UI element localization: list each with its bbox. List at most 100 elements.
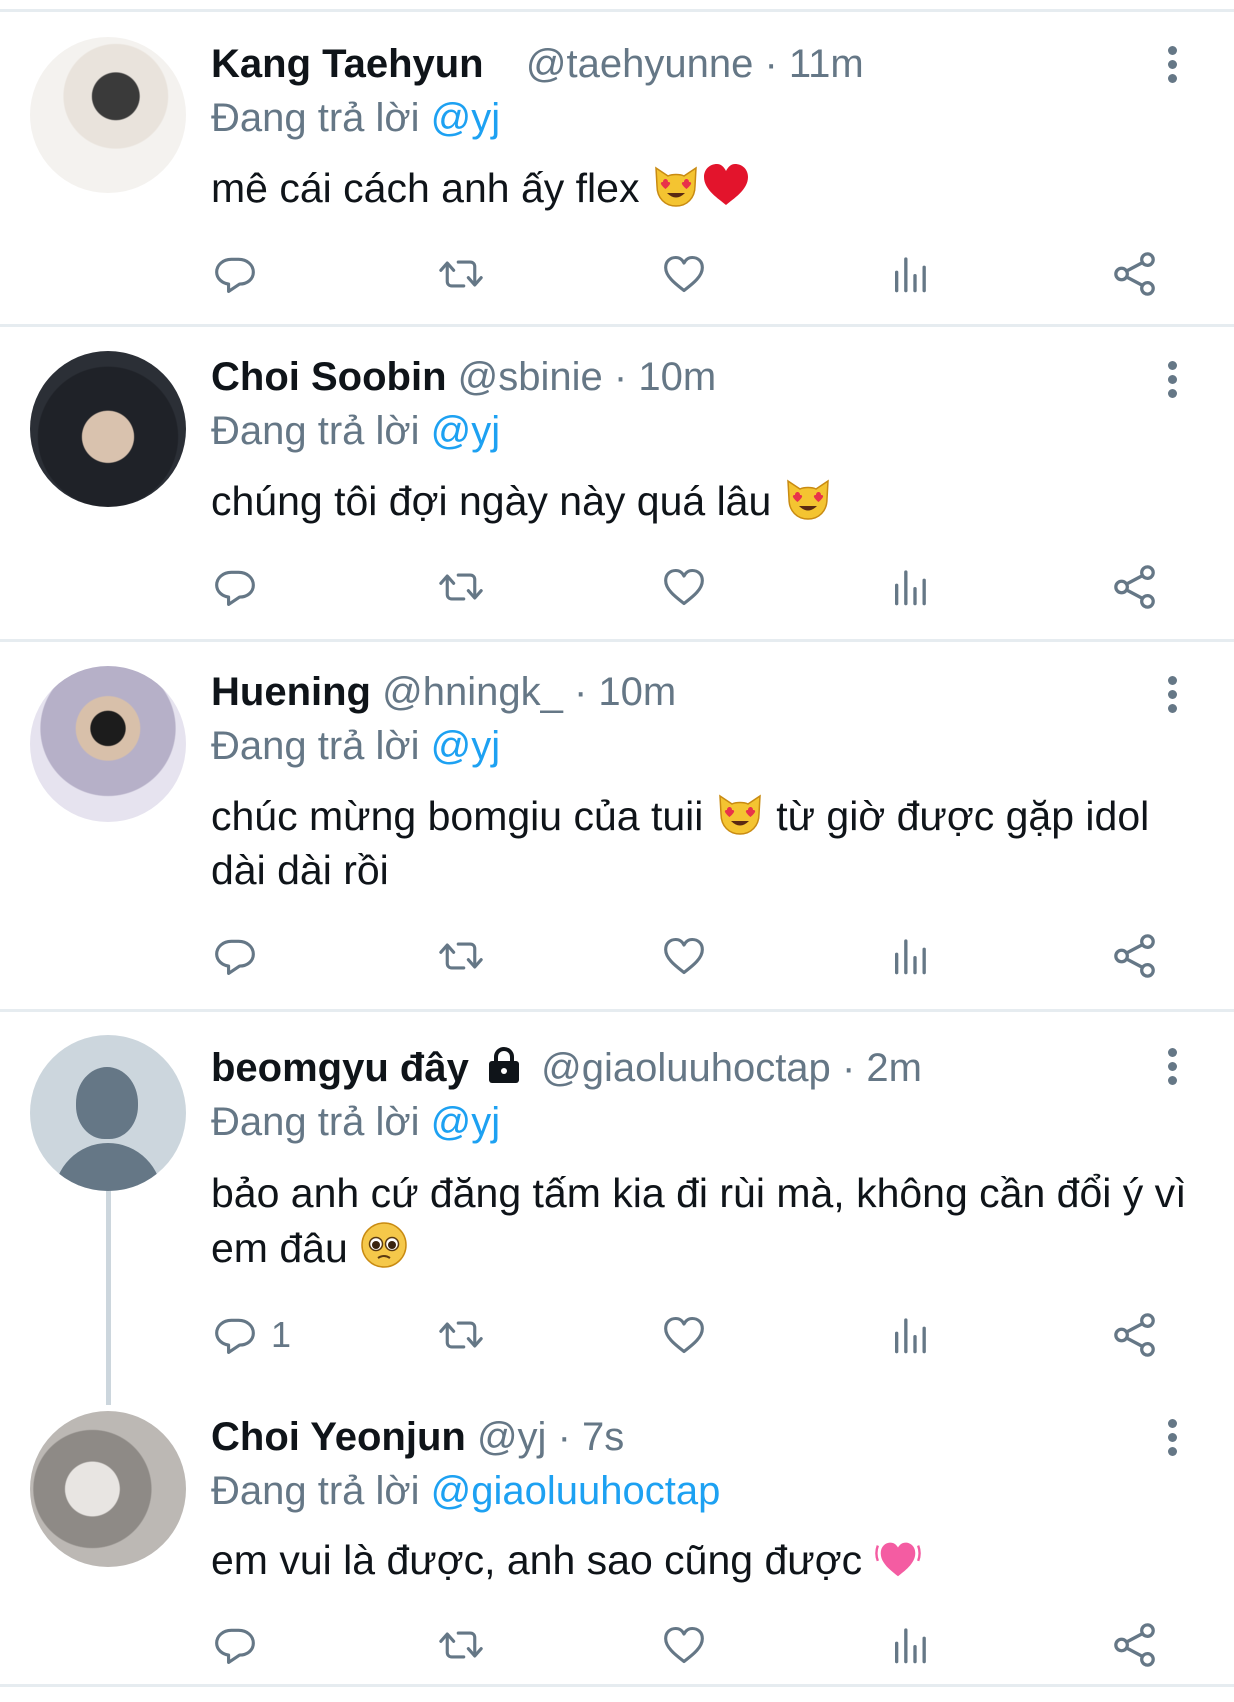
action-bar	[0, 557, 1234, 617]
reply-button[interactable]	[213, 244, 257, 304]
share-button[interactable]	[1112, 1615, 1158, 1675]
reply-button[interactable]	[213, 926, 257, 986]
analytics-button[interactable]	[890, 926, 930, 986]
retweet-icon	[435, 1313, 487, 1357]
reply-button[interactable]	[213, 1615, 257, 1675]
display-name[interactable]: Choi Yeonjun	[211, 1415, 466, 1459]
retweet-icon	[435, 252, 487, 296]
like-button[interactable]	[662, 244, 706, 304]
lock-icon	[488, 1046, 519, 1083]
growing-heart-icon	[874, 1534, 922, 1582]
retweet-icon	[435, 934, 487, 978]
tweet-text: chúc mừng bomgiu của tuii từ giờ được gặ…	[211, 788, 1211, 897]
replying-to-label: Đang trả lời	[211, 724, 420, 768]
tweet-text-content: em vui là được, anh sao cũng được	[211, 1537, 863, 1583]
more-options-icon[interactable]	[1160, 1419, 1184, 1463]
like-icon	[662, 934, 706, 978]
retweet-button[interactable]	[435, 244, 487, 304]
separator-dot: ·	[841, 1046, 856, 1090]
heart-eyes-cat-icon	[783, 473, 833, 523]
reply-icon	[213, 565, 257, 609]
share-button[interactable]	[1112, 557, 1158, 617]
retweet-button[interactable]	[435, 1615, 487, 1675]
like-button[interactable]	[662, 1305, 706, 1365]
display-name[interactable]: Choi Soobin	[211, 355, 447, 399]
mention-link[interactable]: @yj	[431, 96, 501, 140]
tweet-text: bảo anh cứ đăng tấm kia đi rùi mà, không…	[211, 1166, 1211, 1275]
timestamp[interactable]: 10m	[598, 670, 676, 714]
replying-to-label: Đang trả lời	[211, 1100, 420, 1144]
tweet-text-content: chúc mừng bomgiu của tuii	[211, 793, 704, 839]
handle[interactable]: @yj	[477, 1415, 547, 1459]
more-options-icon[interactable]	[1160, 1048, 1184, 1092]
tweet-text-content: mê cái cách anh ấy flex	[211, 165, 640, 211]
retweet-button[interactable]	[435, 926, 487, 986]
tweet-text: mê cái cách anh ấy flex	[211, 160, 1211, 215]
like-icon	[662, 565, 706, 609]
avatar[interactable]	[30, 37, 186, 193]
analytics-button[interactable]	[890, 1305, 930, 1365]
handle[interactable]: @giaoluuhoctap	[541, 1046, 831, 1090]
analytics-icon	[890, 565, 930, 609]
like-button[interactable]	[662, 1615, 706, 1675]
share-icon	[1112, 251, 1158, 297]
more-options-icon[interactable]	[1160, 676, 1184, 720]
handle[interactable]: @taehyunne	[526, 42, 753, 86]
mention-link[interactable]: @giaoluuhoctap	[431, 1469, 721, 1513]
pleading-face-icon	[359, 1220, 409, 1270]
share-button[interactable]	[1112, 244, 1158, 304]
tweet-text-content: bảo anh cứ đăng tấm kia đi rùi mà, không…	[211, 1170, 1187, 1271]
replying-to-label: Đang trả lời	[211, 1469, 420, 1513]
timestamp[interactable]: 2m	[866, 1046, 922, 1090]
default-avatar-icon[interactable]	[30, 1035, 186, 1191]
analytics-button[interactable]	[890, 557, 930, 617]
share-button[interactable]	[1112, 926, 1158, 986]
avatar[interactable]	[30, 666, 186, 822]
more-options-icon[interactable]	[1160, 361, 1184, 405]
timestamp[interactable]: 11m	[789, 42, 864, 86]
share-icon	[1112, 1312, 1158, 1358]
handle[interactable]: @hningk_	[382, 670, 563, 714]
mention-link[interactable]: @yj	[431, 724, 501, 768]
reply-button[interactable]	[213, 557, 257, 617]
tweet-huening[interactable]: Huening @hningk_ · 10m Đang trả lời @yj …	[0, 642, 1234, 1012]
display-name[interactable]: Huening	[211, 670, 371, 714]
tweet-taehyun[interactable]: Kang Taehyun @taehyunne · 11m Đang trả l…	[0, 12, 1234, 327]
red-heart-icon	[701, 160, 751, 210]
like-button[interactable]	[662, 926, 706, 986]
tweet-beomgyu[interactable]: beomgyu đây @giaoluuhoctap · 2m Đang trả…	[0, 1012, 1234, 1387]
retweet-button[interactable]	[435, 557, 487, 617]
reply-icon	[213, 1313, 257, 1357]
heart-eyes-cat-icon	[651, 160, 701, 210]
mention-link[interactable]: @yj	[431, 409, 501, 453]
separator-dot: ·	[764, 42, 778, 86]
mention-link[interactable]: @yj	[431, 1100, 501, 1144]
handle[interactable]: @sbinie	[458, 355, 603, 399]
top-divider	[0, 0, 1234, 12]
display-name[interactable]: Kang Taehyun	[211, 42, 484, 86]
analytics-button[interactable]	[890, 1615, 930, 1675]
action-bar	[0, 1615, 1234, 1675]
timestamp[interactable]: 7s	[582, 1415, 624, 1459]
reply-icon	[213, 1623, 257, 1667]
tweet-soobin[interactable]: Choi Soobin @sbinie · 10m Đang trả lời @…	[0, 327, 1234, 642]
analytics-icon	[890, 1313, 930, 1357]
share-button[interactable]	[1112, 1305, 1158, 1365]
separator-dot: ·	[573, 670, 588, 714]
share-icon	[1112, 933, 1158, 979]
analytics-icon	[890, 1623, 930, 1667]
share-icon	[1112, 564, 1158, 610]
reply-button[interactable]: 1	[213, 1305, 291, 1365]
tweet-yeonjun[interactable]: Choi Yeonjun @yj · 7s Đang trả lời @giao…	[0, 1387, 1234, 1687]
more-options-icon[interactable]	[1160, 46, 1184, 90]
reply-icon	[213, 252, 257, 296]
tweet-text: em vui là được, anh sao cũng được	[211, 1533, 1211, 1587]
display-name[interactable]: beomgyu đây	[211, 1046, 469, 1090]
timestamp[interactable]: 10m	[638, 355, 716, 399]
retweet-button[interactable]	[435, 1305, 487, 1365]
analytics-button[interactable]	[890, 244, 930, 304]
avatar[interactable]	[30, 1411, 186, 1567]
like-button[interactable]	[662, 557, 706, 617]
avatar[interactable]	[30, 351, 186, 507]
action-bar: 1	[0, 1305, 1234, 1365]
